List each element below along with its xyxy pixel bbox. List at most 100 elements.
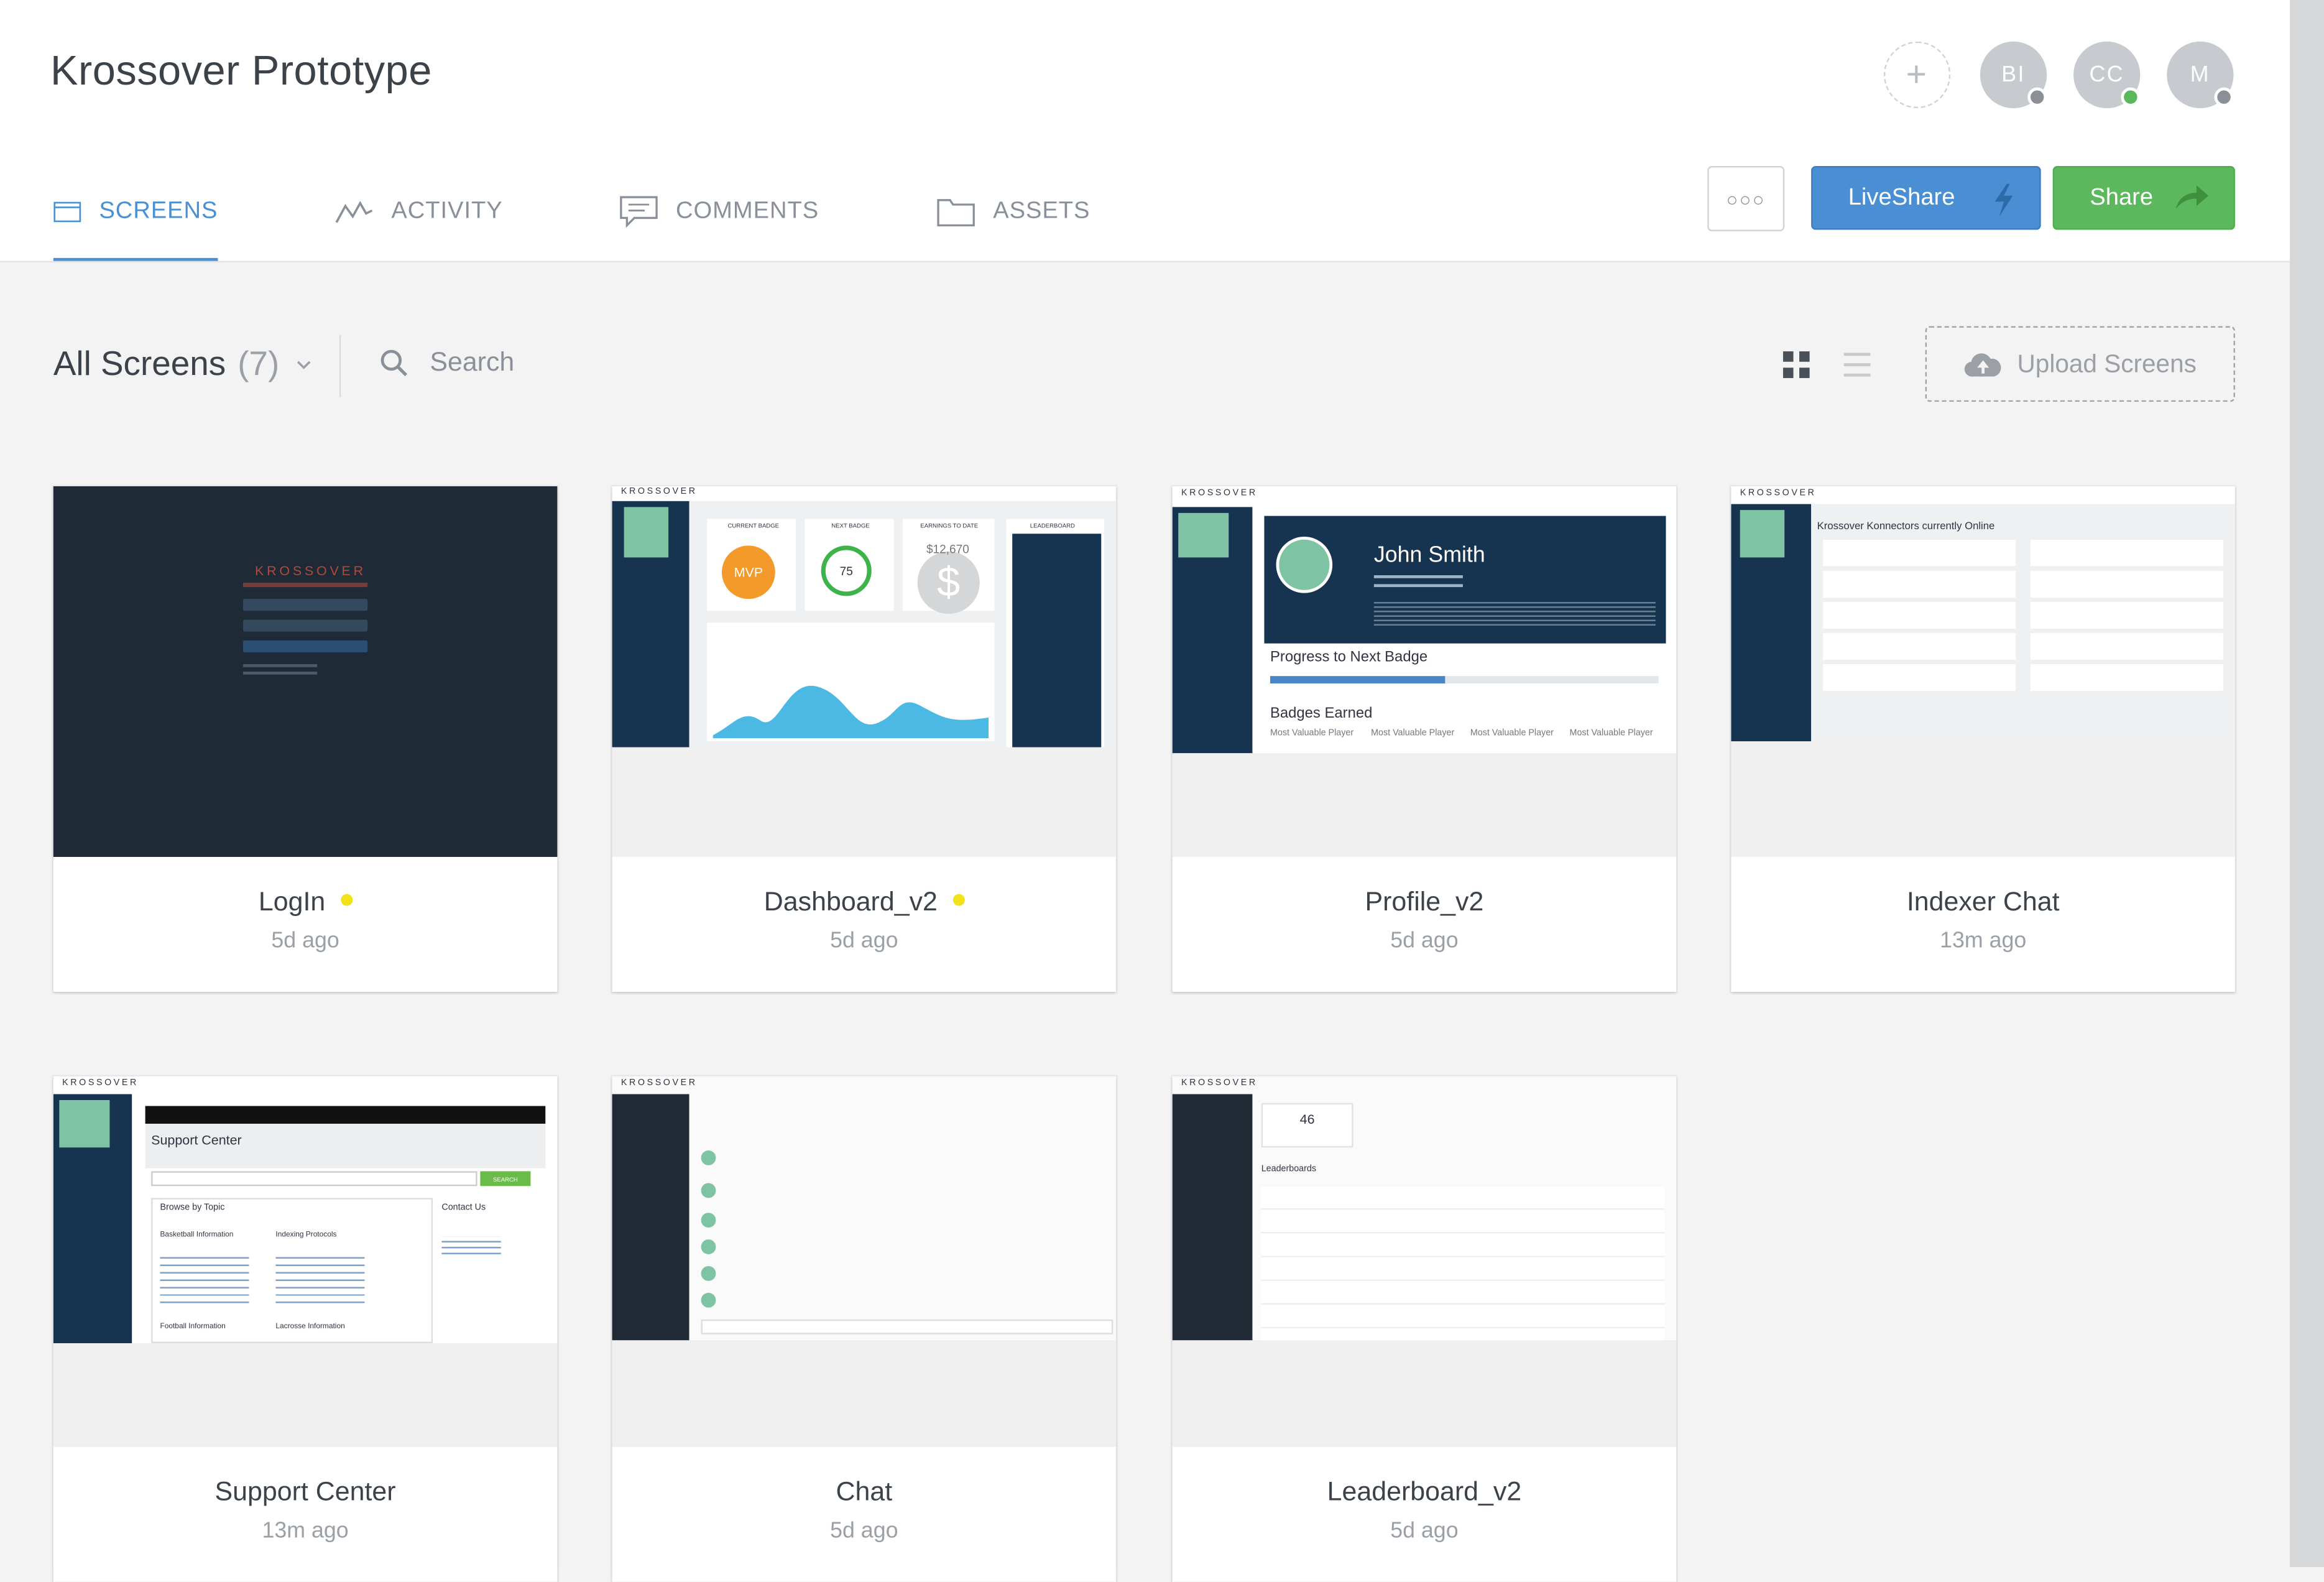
screen-name-text: Dashboard_v2	[763, 886, 938, 917]
lightning-icon	[1994, 183, 2013, 217]
header: Krossover Prototype + BI CC M SCREENS AC…	[0, 0, 2290, 262]
screen-timestamp: 5d ago	[830, 928, 898, 953]
screen-name: Chat	[836, 1476, 893, 1507]
tab-activity[interactable]: ACTIVITY	[335, 166, 503, 258]
thumb-leaderboard-table	[1261, 1186, 1665, 1341]
thumb-label: Basketball Information	[160, 1230, 234, 1240]
thumb-article-list	[275, 1251, 365, 1308]
tab-assets[interactable]: ASSETS	[937, 166, 1091, 258]
screen-timestamp: 5d ago	[830, 1518, 898, 1543]
thumb-sidebar	[1172, 1094, 1253, 1341]
thumb-stat-value: 46	[1299, 1112, 1315, 1127]
upload-screens-button[interactable]: Upload Screens	[1925, 326, 2235, 402]
tab-label: ASSETS	[993, 198, 1091, 224]
avatar-initials: BI	[2001, 62, 2026, 88]
screen-card[interactable]: KROSSOVER Chat 5d ago	[612, 1076, 1117, 1582]
status-indicator	[2214, 87, 2234, 107]
thumb-progress-label: Progress to Next Badge	[1270, 649, 1428, 666]
avatar[interactable]: BI	[1980, 41, 2047, 109]
screen-name: Indexer Chat	[1906, 886, 2060, 917]
activity-icon	[335, 200, 373, 223]
thumb-user-list	[1823, 539, 2016, 694]
thumb-badge-caption: Most Valuable Player	[1270, 729, 1354, 739]
thumb-label: CURRENT BADGE	[727, 522, 780, 530]
thumb-label: Lacrosse Information	[275, 1322, 345, 1331]
project-title: Krossover Prototype	[50, 47, 432, 94]
add-collaborator-button[interactable]: +	[1883, 41, 1951, 109]
avatar-initials: M	[2190, 62, 2210, 88]
thumb-message-input	[701, 1319, 1114, 1335]
thumb-avatar	[1740, 510, 1785, 558]
thumb-chat-avatar	[701, 1266, 716, 1281]
dollar-icon: $	[917, 551, 980, 614]
scrollbar[interactable]	[2290, 0, 2324, 1567]
tab-label: ACTIVITY	[391, 198, 503, 224]
screens-toolbar: All Screens (7) Search Upload Screens	[0, 326, 2290, 404]
thumb-bio	[1373, 599, 1656, 629]
screen-thumbnail[interactable]: KROSSOVER Krossover Konnectors currently…	[1731, 486, 2235, 858]
grid-view-toggle[interactable]	[1782, 351, 1810, 386]
screen-thumbnail[interactable]: KROSSOVER 46 Leaderboards	[1172, 1076, 1677, 1447]
screen-thumbnail[interactable]: KROSSOVER	[53, 486, 558, 858]
thumb-badge-caption: Most Valuable Player	[1470, 729, 1554, 739]
app-root: Krossover Prototype + BI CC M SCREENS AC…	[0, 0, 2324, 1582]
thumb-progress-text: 75	[839, 564, 853, 578]
screen-name: Dashboard_v2	[612, 887, 1117, 918]
folder-icon	[937, 199, 975, 227]
thumb-label: Browse by Topic	[160, 1203, 225, 1213]
screens-icon	[53, 201, 81, 223]
screen-thumbnail[interactable]: KROSSOVER John Smith Progress to Next Ba…	[1172, 486, 1677, 858]
thumb-search-field	[151, 1171, 477, 1186]
thumb-avatar	[624, 507, 669, 558]
search-input[interactable]: Search	[379, 347, 514, 378]
thumb-user-list	[2030, 539, 2223, 694]
thumb-badges-label: Badges Earned	[1270, 705, 1373, 723]
tab-comments[interactable]: COMMENTS	[619, 166, 819, 258]
screen-name: LogIn	[53, 887, 558, 918]
thumb-password-field	[242, 619, 368, 632]
chevron-down-icon	[297, 360, 311, 369]
thumb-email-field	[242, 599, 368, 611]
liveshare-button[interactable]: LiveShare	[1811, 166, 2041, 230]
thumb-logo: KROSSOVER	[620, 1079, 698, 1088]
filter-label: All Screens	[53, 344, 226, 383]
thumb-label: LEADERBOARD	[1030, 522, 1075, 530]
plus-icon: +	[1906, 54, 1929, 95]
screen-card[interactable]: KROSSOVER CURRENT BADGE MVP NEXT BADGE 7…	[612, 486, 1117, 992]
thumb-contact-links	[441, 1236, 501, 1257]
avatar[interactable]: M	[2167, 41, 2234, 109]
screen-thumbnail[interactable]: KROSSOVER Support Center SEARCH Browse b…	[53, 1076, 558, 1447]
screen-thumbnail[interactable]: KROSSOVER CURRENT BADGE MVP NEXT BADGE 7…	[612, 486, 1117, 858]
thumb-logo: KROSSOVER	[620, 488, 698, 497]
avatar[interactable]: CC	[2073, 41, 2141, 109]
screen-thumbnail[interactable]: KROSSOVER	[612, 1076, 1117, 1447]
list-view-toggle[interactable]	[1843, 351, 1871, 386]
thumb-chat-avatar	[701, 1239, 716, 1254]
tab-screens[interactable]: SCREENS	[53, 166, 218, 261]
share-button[interactable]: Share	[2052, 166, 2235, 230]
screens-filter-dropdown[interactable]: All Screens (7)	[53, 344, 312, 384]
cloud-upload-icon	[1964, 353, 2001, 376]
status-indicator	[2121, 87, 2141, 107]
thumb-label: EARNINGS TO DATE	[920, 522, 979, 530]
thumb-leaderboard-list	[1012, 534, 1102, 747]
screen-card[interactable]: KROSSOVER 46 Leaderboards Leaderboard_v2…	[1172, 1076, 1677, 1582]
thumb-avatar	[1178, 512, 1229, 558]
thumb-login-button	[242, 640, 368, 653]
more-options-button[interactable]: ○○○	[1707, 166, 1785, 231]
screen-card[interactable]: KROSSOVER Krossover Konnectors currently…	[1731, 486, 2235, 992]
screen-card[interactable]: KROSSOVER LogIn 5d ago	[53, 486, 558, 992]
thumb-article-list	[160, 1251, 249, 1308]
thumb-label: Contact Us	[441, 1203, 486, 1213]
screen-name: Profile_v2	[1365, 886, 1484, 917]
screen-card[interactable]: KROSSOVER John Smith Progress to Next Ba…	[1172, 486, 1677, 992]
screen-card[interactable]: KROSSOVER Support Center SEARCH Browse b…	[53, 1076, 558, 1582]
thumb-meta-line	[1373, 575, 1463, 578]
search-placeholder: Search	[430, 346, 515, 377]
thumb-label: NEXT BADGE	[831, 522, 870, 530]
screen-name: Support Center	[214, 1476, 396, 1507]
filter-count: (7)	[237, 344, 280, 383]
thumb-logo: KROSSOVER	[1740, 489, 1817, 499]
grid-icon	[1782, 351, 1810, 378]
screen-timestamp: 5d ago	[1390, 928, 1459, 953]
